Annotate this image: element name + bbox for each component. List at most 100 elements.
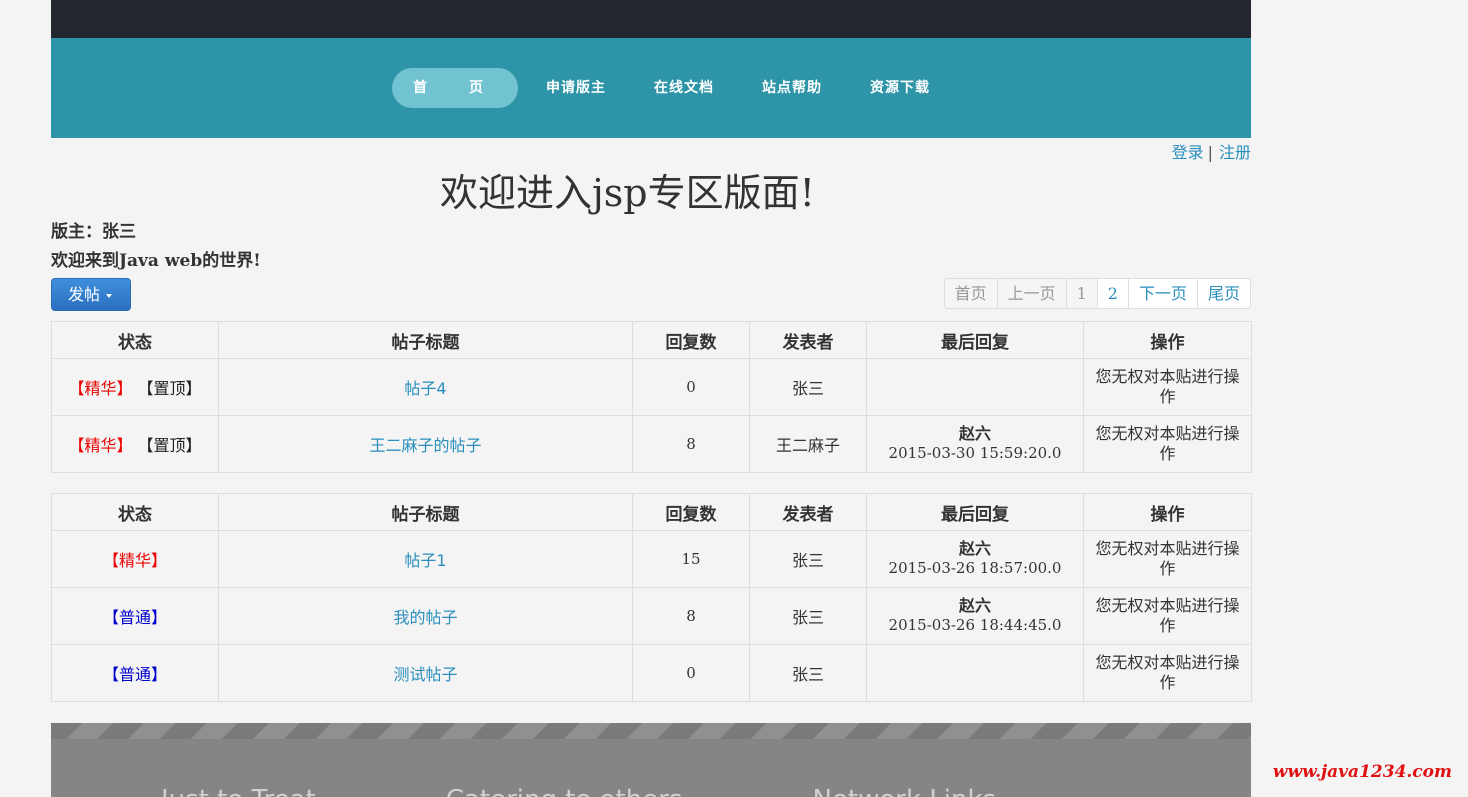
top-bar bbox=[51, 0, 1251, 38]
col-actions: 操作 bbox=[1083, 493, 1252, 531]
last-reply-cell: 赵六 2015-03-26 18:44:45.0 bbox=[866, 587, 1084, 645]
col-title: 帖子标题 bbox=[218, 493, 633, 531]
welcome-line: 欢迎来到Java web的世界! bbox=[51, 251, 261, 271]
col-status: 状态 bbox=[51, 321, 219, 359]
replies-cell: 8 bbox=[632, 415, 750, 473]
site-watermark: www.java1234.com bbox=[1272, 762, 1452, 782]
col-author: 发表者 bbox=[749, 321, 867, 359]
auth-links: 登录 | 注册 bbox=[1172, 139, 1251, 163]
nav-item-site-help[interactable]: 站点帮助 bbox=[742, 68, 842, 108]
last-reply-cell: 赵六 2015-03-30 15:59:20.0 bbox=[866, 415, 1084, 473]
pager-next[interactable]: 下一页 bbox=[1127, 279, 1197, 308]
last-reply-time: 2015-03-26 18:57:00.0 bbox=[888, 559, 1062, 577]
status-cell: 【精华】 【置顶】 bbox=[51, 358, 219, 416]
table-row: 【普通】 我的帖子 8 张三 赵六 2015-03-26 18:44:45.0 您… bbox=[51, 587, 1252, 645]
pager-first[interactable]: 首页 bbox=[944, 279, 997, 308]
status-cell: 【精华】 bbox=[51, 530, 219, 588]
nav-item-downloads[interactable]: 资源下载 bbox=[850, 68, 950, 108]
post-title-link[interactable]: 测试帖子 bbox=[393, 665, 457, 684]
replies-cell: 0 bbox=[632, 644, 750, 702]
last-reply-user: 赵六 bbox=[958, 539, 991, 558]
pager-last[interactable]: 尾页 bbox=[1196, 279, 1250, 308]
replies-cell: 0 bbox=[632, 358, 750, 416]
title-cell: 王二麻子的帖子 bbox=[218, 415, 633, 473]
author-cell: 张三 bbox=[749, 530, 867, 588]
last-reply-cell: 赵六 2015-03-26 18:57:00.0 bbox=[866, 530, 1084, 588]
footer-links: Just to Treat Catering to others Network… bbox=[161, 785, 1126, 797]
footer-link-network[interactable]: Network Links bbox=[812, 785, 996, 797]
status-cell: 【精华】 【置顶】 bbox=[51, 415, 219, 473]
nav-bar: 首 页 申请版主 在线文档 站点帮助 资源下载 bbox=[51, 38, 1251, 138]
footer-link-catering[interactable]: Catering to others bbox=[446, 785, 683, 797]
last-reply-user: 赵六 bbox=[958, 424, 991, 443]
col-last-reply: 最后回复 bbox=[866, 493, 1084, 531]
col-status: 状态 bbox=[51, 493, 219, 531]
actions-cell: 您无权对本贴进行操作 bbox=[1083, 415, 1252, 473]
actions-cell: 您无权对本贴进行操作 bbox=[1083, 644, 1252, 702]
essence-tag: 【精华】 bbox=[102, 551, 167, 570]
footer-stripes bbox=[51, 723, 1251, 739]
actions-cell: 您无权对本贴进行操作 bbox=[1083, 530, 1252, 588]
col-title: 帖子标题 bbox=[218, 321, 633, 359]
pager-prev[interactable]: 上一页 bbox=[996, 279, 1066, 308]
actions-cell: 您无权对本贴进行操作 bbox=[1083, 358, 1252, 416]
author-cell: 王二麻子 bbox=[749, 415, 867, 473]
page-title: 欢迎进入jsp专区版面! bbox=[440, 171, 815, 215]
status-cell: 【普通】 bbox=[51, 644, 219, 702]
essence-tag: 【精华】 bbox=[68, 436, 133, 455]
pagination: 首页 上一页 1 2 下一页 尾页 bbox=[943, 278, 1251, 309]
last-reply-time: 2015-03-30 15:59:20.0 bbox=[888, 444, 1062, 462]
last-reply-cell bbox=[866, 644, 1084, 702]
table-header-row: 状态 帖子标题 回复数 发表者 最后回复 操作 bbox=[51, 321, 1252, 359]
post-title-link[interactable]: 帖子4 bbox=[404, 379, 446, 398]
essence-tag: 【精华】 bbox=[68, 379, 133, 398]
table-row: 【精华】 【置顶】 王二麻子的帖子 8 王二麻子 赵六 2015-03-30 15… bbox=[51, 415, 1252, 473]
table-header-row: 状态 帖子标题 回复数 发表者 最后回复 操作 bbox=[51, 493, 1252, 531]
author-cell: 张三 bbox=[749, 587, 867, 645]
title-cell: 帖子4 bbox=[218, 358, 633, 416]
post-title-link[interactable]: 王二麻子的帖子 bbox=[369, 436, 481, 455]
replies-cell: 8 bbox=[632, 587, 750, 645]
table-row: 【普通】 测试帖子 0 张三 您无权对本贴进行操作 bbox=[51, 644, 1252, 702]
col-actions: 操作 bbox=[1083, 321, 1252, 359]
page-container: 首 页 申请版主 在线文档 站点帮助 资源下载 登录 | 注册 欢迎进入jsp专区版… bbox=[51, 0, 1252, 797]
actions-cell: 您无权对本贴进行操作 bbox=[1083, 587, 1252, 645]
title-cell: 测试帖子 bbox=[218, 644, 633, 702]
status-cell: 【普通】 bbox=[51, 587, 219, 645]
title-cell: 我的帖子 bbox=[218, 587, 633, 645]
posts-table: 状态 帖子标题 回复数 发表者 最后回复 操作 【精华】 帖子1 15 张三 赵… bbox=[51, 493, 1252, 702]
title-cell: 帖子1 bbox=[218, 530, 633, 588]
login-link[interactable]: 登录 bbox=[1172, 143, 1204, 162]
last-reply-cell bbox=[866, 358, 1084, 416]
author-cell: 张三 bbox=[749, 644, 867, 702]
table-row: 【精华】 【置顶】 帖子4 0 张三 您无权对本贴进行操作 bbox=[51, 358, 1252, 416]
pinned-posts-table: 状态 帖子标题 回复数 发表者 最后回复 操作 【精华】 【置顶】 帖子4 0 … bbox=[51, 321, 1252, 473]
pinned-tag: 【置顶】 bbox=[137, 436, 202, 455]
register-link[interactable]: 注册 bbox=[1219, 143, 1251, 162]
moderator-line: 版主：张三 bbox=[51, 222, 136, 242]
new-post-label: 发帖 bbox=[68, 285, 101, 304]
nav-item-online-docs[interactable]: 在线文档 bbox=[634, 68, 734, 108]
footer: Just to Treat Catering to others Network… bbox=[51, 723, 1251, 797]
col-replies: 回复数 bbox=[632, 321, 750, 359]
nav-item-home[interactable]: 首 页 bbox=[392, 68, 518, 108]
author-cell: 张三 bbox=[749, 358, 867, 416]
pinned-tag: 【置顶】 bbox=[137, 379, 202, 398]
replies-cell: 15 bbox=[632, 530, 750, 588]
pager-page-2[interactable]: 2 bbox=[1096, 279, 1128, 308]
col-replies: 回复数 bbox=[632, 493, 750, 531]
nav-item-apply-moderator[interactable]: 申请版主 bbox=[526, 68, 626, 108]
col-last-reply: 最后回复 bbox=[866, 321, 1084, 359]
pager-page-1[interactable]: 1 bbox=[1065, 279, 1097, 308]
main-nav: 首 页 申请版主 在线文档 站点帮助 资源下载 bbox=[392, 68, 958, 108]
last-reply-user: 赵六 bbox=[958, 596, 991, 615]
post-title-link[interactable]: 我的帖子 bbox=[393, 608, 457, 627]
table-row: 【精华】 帖子1 15 张三 赵六 2015-03-26 18:57:00.0 您… bbox=[51, 530, 1252, 588]
caret-down-icon bbox=[106, 293, 113, 298]
normal-tag: 【普通】 bbox=[102, 608, 167, 627]
footer-link-treat[interactable]: Just to Treat bbox=[161, 785, 316, 797]
col-author: 发表者 bbox=[749, 493, 867, 531]
new-post-button[interactable]: 发帖 bbox=[51, 278, 131, 311]
post-title-link[interactable]: 帖子1 bbox=[404, 551, 446, 570]
normal-tag: 【普通】 bbox=[102, 665, 167, 684]
